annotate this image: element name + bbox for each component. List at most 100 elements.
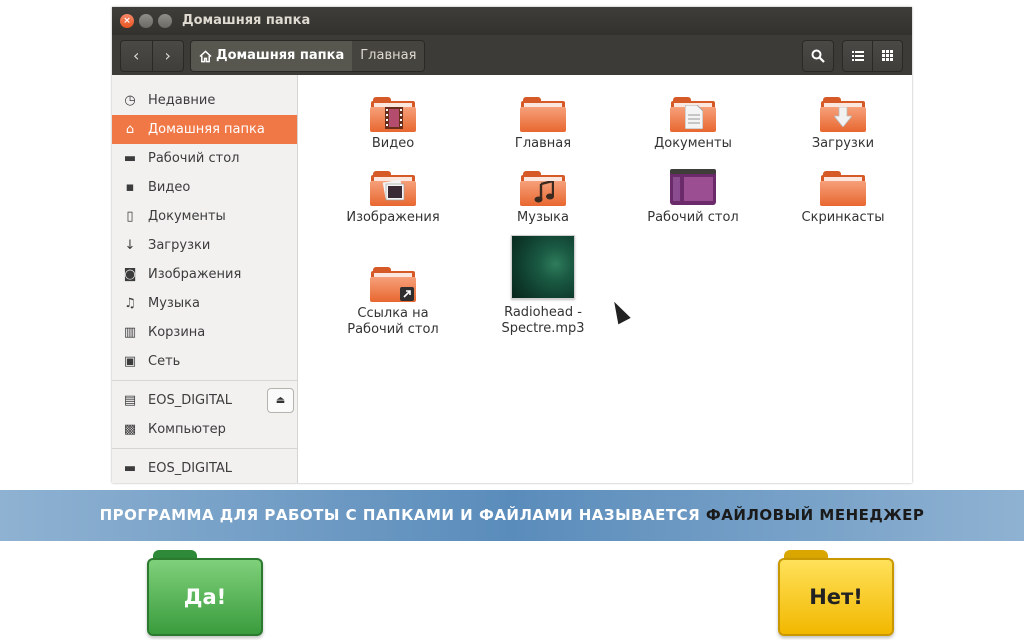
sidebar-item-label: EOS_DIGITAL [148, 461, 233, 476]
sidebar-item-documents[interactable]: ▯ Документы [112, 202, 297, 231]
folder-music-icon [520, 167, 566, 207]
sidebar-item-home[interactable]: ⌂ Домашняя папка [112, 115, 297, 144]
sidebar-item-label: Компьютер [148, 422, 226, 437]
sidebar-item-label: Загрузки [148, 238, 211, 253]
camera-icon: ◙ [123, 267, 137, 282]
question-text: ПРОГРАММА ДЛЯ РАБОТЫ С ПАПКАМИ И ФАЙЛАМИ… [99, 506, 701, 524]
sidebar-item-computer[interactable]: ▩ Компьютер [112, 415, 297, 444]
file-name: Скринкасты [801, 210, 885, 225]
file-item-documents[interactable]: Документы [628, 93, 758, 152]
file-name: Изображения [346, 210, 440, 225]
sidebar-item-music[interactable]: ♫ Музыка [112, 289, 297, 318]
file-item-video[interactable]: Видео [328, 93, 458, 152]
maximize-window-button[interactable] [158, 14, 172, 28]
folder-pictures-icon [370, 167, 416, 207]
sidebar-item-label: Музыка [148, 296, 200, 311]
folder-icon: ▬ [123, 461, 137, 476]
forward-button[interactable]: › [151, 41, 184, 71]
sidebar-item-eos-digital-folder[interactable]: ▬ EOS_DIGITAL [112, 454, 297, 483]
sidebar-divider [112, 380, 297, 381]
trash-icon: ▥ [123, 325, 137, 340]
audio-thumbnail [511, 235, 575, 299]
close-window-button[interactable]: × [120, 14, 134, 28]
sidebar-item-desktop[interactable]: ▬ Рабочий стол [112, 144, 297, 173]
sidebar-item-label: Документы [148, 209, 226, 224]
network-icon: ▣ [123, 354, 137, 369]
question-banner: ПРОГРАММА ДЛЯ РАБОТЫ С ПАПКАМИ И ФАЙЛАМИ… [0, 490, 1024, 541]
file-name: Музыка [517, 210, 569, 225]
file-name: Видео [371, 136, 415, 151]
minimize-window-button[interactable] [139, 14, 153, 28]
sidebar-item-downloads[interactable]: ↓ Загрузки [112, 231, 297, 260]
folder-documents-icon [670, 93, 716, 133]
sidebar-item-recent[interactable]: ◷ Недавние [112, 86, 297, 115]
folder-icon [820, 167, 866, 207]
sidebar-item-label: Рабочий стол [148, 151, 240, 166]
home-icon: ⌂ [125, 122, 135, 137]
video-icon: ▪ [125, 180, 135, 195]
breadcrumb-main[interactable]: Главная [352, 41, 425, 71]
answer-yes-button[interactable]: Да! [147, 550, 263, 636]
sidebar-item-video[interactable]: ▪ Видео [112, 173, 297, 202]
sidebar: ◷ Недавние ⌂ Домашняя папка ▬ Рабочий стол … [112, 75, 298, 483]
file-manager-window: × Домашняя папка ‹ › Домашняя папка Глав… [112, 7, 912, 483]
question-highlight: ФАЙЛОВЫЙ МЕНЕДЖЕР [705, 506, 925, 524]
eject-button[interactable]: ⏏ [267, 388, 294, 413]
sidebar-divider [112, 448, 297, 449]
sidebar-item-network[interactable]: ▣ Сеть [112, 347, 297, 376]
home-icon [199, 49, 212, 62]
breadcrumb-home[interactable]: Домашняя папка [191, 41, 353, 71]
file-item-pictures[interactable]: Изображения [328, 167, 458, 226]
file-item-desktop[interactable]: Рабочий стол [628, 167, 758, 226]
file-name: Документы [654, 136, 732, 151]
answer-no-label: Нет! [778, 558, 894, 636]
breadcrumb-home-label: Домашняя папка [216, 48, 345, 63]
file-item-mp3[interactable]: Radiohead - Spectre.mp3 [478, 235, 608, 337]
sidebar-item-label: Видео [148, 180, 191, 195]
desktop-folder-icon [670, 167, 716, 207]
file-item-downloads[interactable]: Загрузки [778, 93, 908, 152]
list-view-button[interactable] [842, 40, 873, 72]
folder-video-icon [370, 93, 416, 133]
answer-no-button[interactable]: Нет! [778, 550, 894, 636]
download-icon: ↓ [124, 238, 136, 253]
folder-download-icon [820, 93, 866, 133]
sidebar-item-eos-digital[interactable]: ▤ EOS_DIGITAL ⏏ [112, 386, 297, 415]
computer-icon: ▩ [123, 422, 137, 437]
answer-yes-label: Да! [147, 558, 263, 636]
desktop-icon: ▬ [123, 151, 137, 166]
file-name: Загрузки [811, 136, 875, 151]
breadcrumb: Домашняя папка Главная [190, 40, 426, 72]
file-item-main[interactable]: Главная [478, 93, 608, 152]
sidebar-item-label: Сеть [148, 354, 181, 369]
sidebar-item-label: Изображения [148, 267, 242, 282]
eject-icon: ⏏ [275, 395, 286, 406]
sidebar-item-label: Недавние [148, 93, 216, 108]
sdcard-icon: ▤ [123, 393, 137, 408]
file-name: Главная [514, 136, 572, 151]
grid-view-icon [882, 50, 893, 61]
folder-icon [520, 93, 566, 133]
file-item-screencasts[interactable]: Скринкасты [778, 167, 908, 226]
file-name: Ссылка на Рабочий стол [347, 306, 439, 337]
file-item-music[interactable]: Музыка [478, 167, 608, 226]
sidebar-item-label: Домашняя папка [148, 122, 265, 137]
sidebar-item-pictures[interactable]: ◙ Изображения [112, 260, 297, 289]
back-button[interactable]: ‹ [121, 41, 152, 71]
file-name: Radiohead - Spectre.mp3 [501, 305, 585, 336]
navigation-buttons: ‹ › [120, 40, 184, 72]
list-view-icon [851, 50, 864, 61]
sidebar-item-label: EOS_DIGITAL [148, 393, 233, 408]
grid-view-button[interactable] [872, 40, 903, 72]
document-icon: ▯ [126, 209, 134, 224]
search-icon [811, 49, 825, 63]
file-item-desktop-link[interactable]: Ссылка на Рабочий стол [328, 263, 458, 338]
folder-link-icon [370, 263, 416, 303]
file-name: Рабочий стол [647, 210, 739, 225]
file-grid: Видео Главная Документы Загрузки Изображ… [298, 75, 912, 483]
window-title: Домашняя папка [182, 13, 311, 28]
recent-icon: ◷ [124, 93, 136, 108]
search-button[interactable] [802, 40, 834, 72]
sidebar-item-trash[interactable]: ▥ Корзина [112, 318, 297, 347]
music-icon: ♫ [124, 296, 136, 311]
